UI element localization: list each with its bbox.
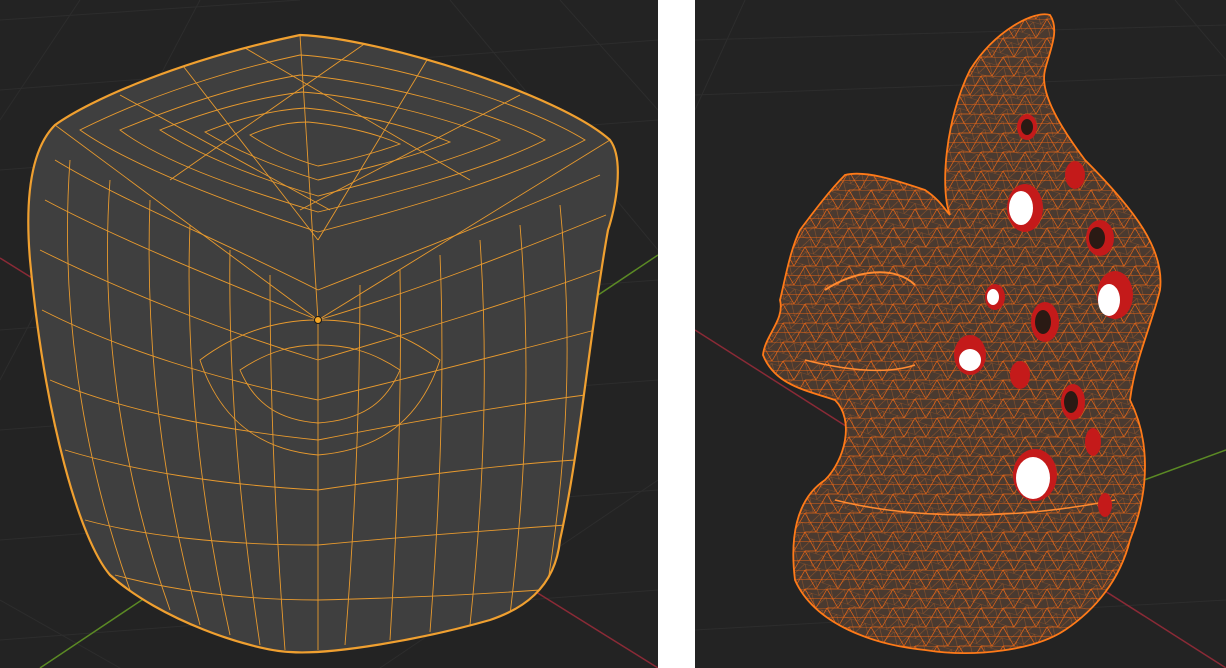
cube-mesh-surface[interactable] <box>28 35 618 653</box>
viewport-left[interactable] <box>0 0 658 668</box>
sculpt-viewport-canvas[interactable] <box>695 0 1226 668</box>
cube-viewport-canvas[interactable] <box>0 0 658 668</box>
selected-vertex[interactable] <box>314 316 322 324</box>
comparison-figure <box>0 0 1226 668</box>
viewport-right[interactable] <box>695 0 1226 668</box>
